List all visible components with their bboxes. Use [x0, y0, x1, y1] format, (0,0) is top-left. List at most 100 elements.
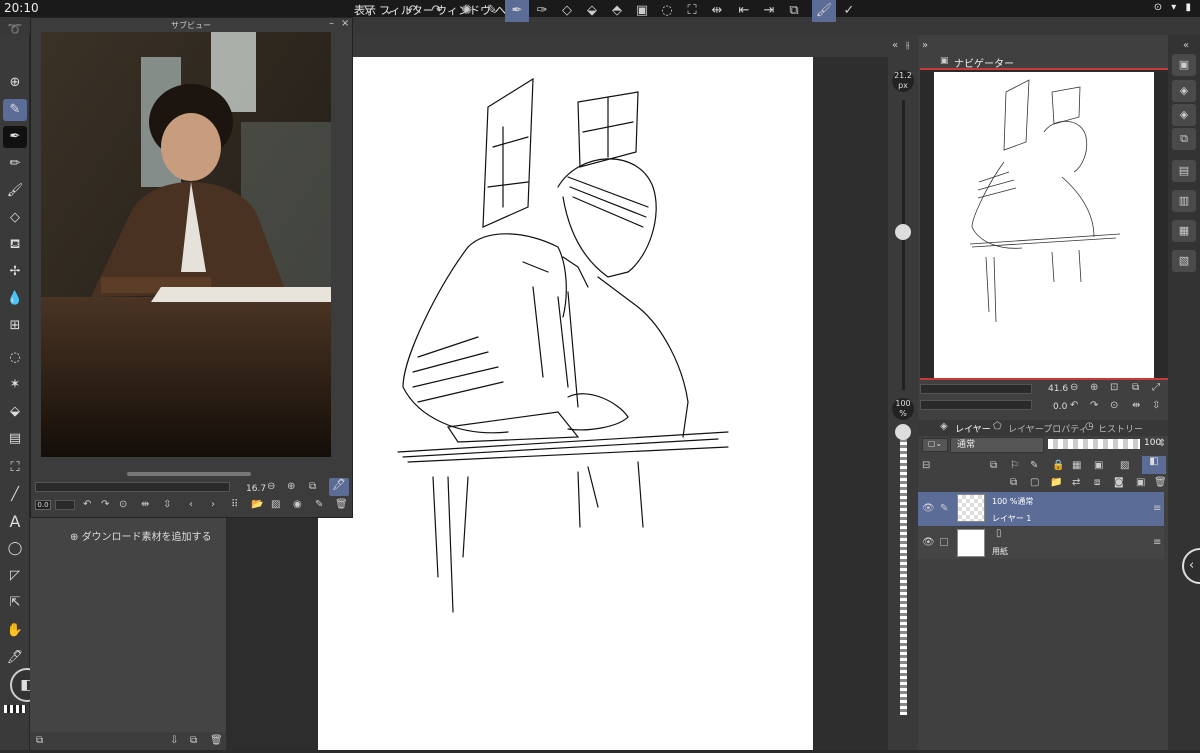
- nav-expand-icon[interactable]: ⤢: [1152, 382, 1160, 393]
- layer-draft-icon[interactable]: ✎: [1030, 460, 1038, 471]
- eraser-icon[interactable]: ◇: [3, 207, 27, 229]
- eyedropper-icon[interactable]: 🖊: [3, 647, 27, 669]
- subtool-import-icon[interactable]: ⇩: [170, 735, 178, 746]
- download-icon[interactable]: ⊕: [3, 72, 27, 94]
- nav-actual-icon[interactable]: ⧉: [1132, 382, 1139, 393]
- layer1-visibility-icon[interactable]: 👁: [922, 503, 935, 514]
- balloon-icon[interactable]: ◯: [3, 538, 27, 560]
- paste-icon[interactable]: ⇤: [732, 0, 756, 22]
- layer-transfer-icon[interactable]: ⇄: [1072, 477, 1080, 488]
- layer2-checkbox[interactable]: [940, 538, 948, 546]
- brush-opacity-handle[interactable]: [895, 424, 911, 440]
- subview-scrollbar[interactable]: [127, 472, 251, 476]
- brush-size-track[interactable]: [902, 100, 905, 390]
- brush-cmd-icon[interactable]: 🖌: [812, 0, 836, 22]
- pen-active-cmd-icon[interactable]: ✒: [505, 0, 529, 22]
- eraser-cmd-icon[interactable]: ◇: [555, 0, 579, 22]
- layer-new-folder-icon[interactable]: 📁: [1050, 477, 1062, 488]
- minimize-icon[interactable]: –: [329, 18, 334, 29]
- flip-v-icon[interactable]: ⇳: [163, 499, 171, 510]
- prev-icon[interactable]: ‹: [189, 499, 193, 510]
- pin-icon[interactable]: ⫲: [906, 40, 909, 51]
- rotate-right-icon[interactable]: ↷: [101, 499, 109, 510]
- redo-icon[interactable]: ↷: [425, 0, 449, 22]
- lasso-cmd-icon[interactable]: ◌: [655, 0, 679, 22]
- fill-cmd-icon[interactable]: ⬙: [580, 0, 604, 22]
- nav-rotate-right-icon[interactable]: ↷: [1090, 400, 1098, 411]
- collapse-right-icon[interactable]: »: [922, 40, 928, 51]
- frame-icon[interactable]: ◸: [3, 565, 27, 587]
- brush-icon[interactable]: 🖌: [3, 180, 27, 202]
- nav-rotate-left-icon[interactable]: ↶: [1070, 400, 1078, 411]
- blend-icon[interactable]: 💧: [3, 288, 27, 310]
- layer-lock-alpha-icon[interactable]: ▦: [1072, 460, 1081, 471]
- layer-delete-icon[interactable]: 🗑: [1154, 477, 1167, 488]
- tab-layer[interactable]: レイヤー: [955, 422, 991, 435]
- dock-navigator-icon[interactable]: ▣: [1172, 54, 1196, 76]
- tab-history[interactable]: ヒストリー: [1098, 422, 1143, 435]
- gradient-icon[interactable]: ▤: [3, 428, 27, 450]
- transform-icon[interactable]: ⛶: [680, 0, 704, 22]
- flip-icon[interactable]: ⇹: [705, 0, 729, 22]
- layer2-visibility-icon[interactable]: 👁: [922, 537, 935, 548]
- select-all-icon[interactable]: ▣: [630, 0, 654, 22]
- layer-new-raster-icon[interactable]: ⧉: [1010, 477, 1017, 488]
- subview-angle-slider[interactable]: [55, 500, 75, 510]
- pen-tool-icon[interactable]: ✎: [3, 99, 27, 121]
- check-icon[interactable]: ✓: [837, 0, 861, 22]
- opacity-stepper-icon[interactable]: ⇕: [1158, 438, 1166, 449]
- move-layer-icon[interactable]: ⛶: [3, 457, 27, 479]
- layer-ruler-icon[interactable]: ▨: [1120, 460, 1129, 471]
- layer1-menu-icon[interactable]: ≡: [1153, 503, 1161, 514]
- dock-material4-icon[interactable]: ▧: [1172, 250, 1196, 272]
- image-icon[interactable]: ▨: [271, 499, 280, 510]
- brush-opacity-track[interactable]: [900, 430, 907, 715]
- layer-new-vector-icon[interactable]: ▢: [1030, 477, 1039, 488]
- layer1-edit-icon[interactable]: ✎: [940, 503, 948, 514]
- app-logo-icon[interactable]: ➰: [3, 18, 27, 40]
- nav-flip-h-icon[interactable]: ⇹: [1132, 400, 1140, 411]
- eyedropper-subview-icon[interactable]: 🖊: [329, 478, 349, 496]
- export-icon[interactable]: ⇥: [757, 0, 781, 22]
- pen-fill-cmd-icon[interactable]: ✑: [530, 0, 554, 22]
- edit-icon[interactable]: ✎: [315, 499, 323, 510]
- layer-reference-icon[interactable]: ⚐: [1010, 460, 1019, 471]
- layer-row-1[interactable]: [918, 492, 1164, 526]
- hand-icon[interactable]: ✋: [3, 620, 27, 642]
- nav-zoom-in-icon[interactable]: ⊕: [1090, 382, 1098, 393]
- navigator-rotation-slider[interactable]: [920, 400, 1032, 410]
- layer-mask-icon[interactable]: ▣: [1094, 460, 1103, 471]
- layer-lock-icon[interactable]: 🔒: [1052, 460, 1064, 471]
- subview-window[interactable]: サブビュー – × 16.7 ⊖ ⊕ ⧉ 🖊 0.0 ↶ ↷ ⊙ ⇹ ⇳ ‹ ›…: [30, 17, 353, 518]
- collapse-dock-icon[interactable]: «: [1183, 40, 1189, 51]
- layer-row-2[interactable]: [918, 527, 1164, 559]
- grid-icon[interactable]: ⠿: [231, 499, 238, 510]
- nav-zoom-out-icon[interactable]: ⊖: [1070, 382, 1078, 393]
- dock-layer2-icon[interactable]: ◈: [1172, 104, 1196, 126]
- nav-reset-rotation-icon[interactable]: ⊙: [1110, 400, 1118, 411]
- layer-mask-add-icon[interactable]: ◙: [1114, 477, 1124, 488]
- brush-size-handle[interactable]: [895, 224, 911, 240]
- open-folder-icon[interactable]: 📂: [251, 499, 263, 510]
- magic-wand-icon[interactable]: ✶: [3, 374, 27, 396]
- text-icon[interactable]: A: [3, 511, 27, 533]
- dock-history-icon[interactable]: ⧉: [1172, 128, 1196, 150]
- loading-icon[interactable]: ✺: [455, 0, 479, 22]
- canvas-paper[interactable]: [318, 57, 813, 750]
- mesh-icon[interactable]: ⊞: [3, 315, 27, 337]
- operation-icon[interactable]: ⇱: [3, 592, 27, 614]
- dock-material-icon[interactable]: ▤: [1172, 160, 1196, 182]
- next-icon[interactable]: ›: [211, 499, 215, 510]
- layer-color-icon[interactable]: ◧: [1142, 456, 1166, 474]
- subtool-settings-icon[interactable]: ⧉: [36, 735, 43, 746]
- reset-icon[interactable]: ⊙: [119, 499, 127, 510]
- pen-black-icon[interactable]: ✒: [3, 126, 27, 148]
- close-icon[interactable]: ×: [341, 18, 349, 29]
- collapse-left-icon[interactable]: «: [892, 40, 898, 51]
- layer-apply-mask-icon[interactable]: ▣: [1136, 477, 1145, 488]
- subtool-copy-icon[interactable]: ⧉: [190, 735, 197, 746]
- subtool-delete-icon[interactable]: 🗑: [210, 735, 223, 746]
- navigator-zoom-slider[interactable]: [920, 384, 1032, 394]
- clear-icon[interactable]: ⬘: [605, 0, 629, 22]
- chevron-down-icon[interactable]: ⌄: [377, 0, 401, 22]
